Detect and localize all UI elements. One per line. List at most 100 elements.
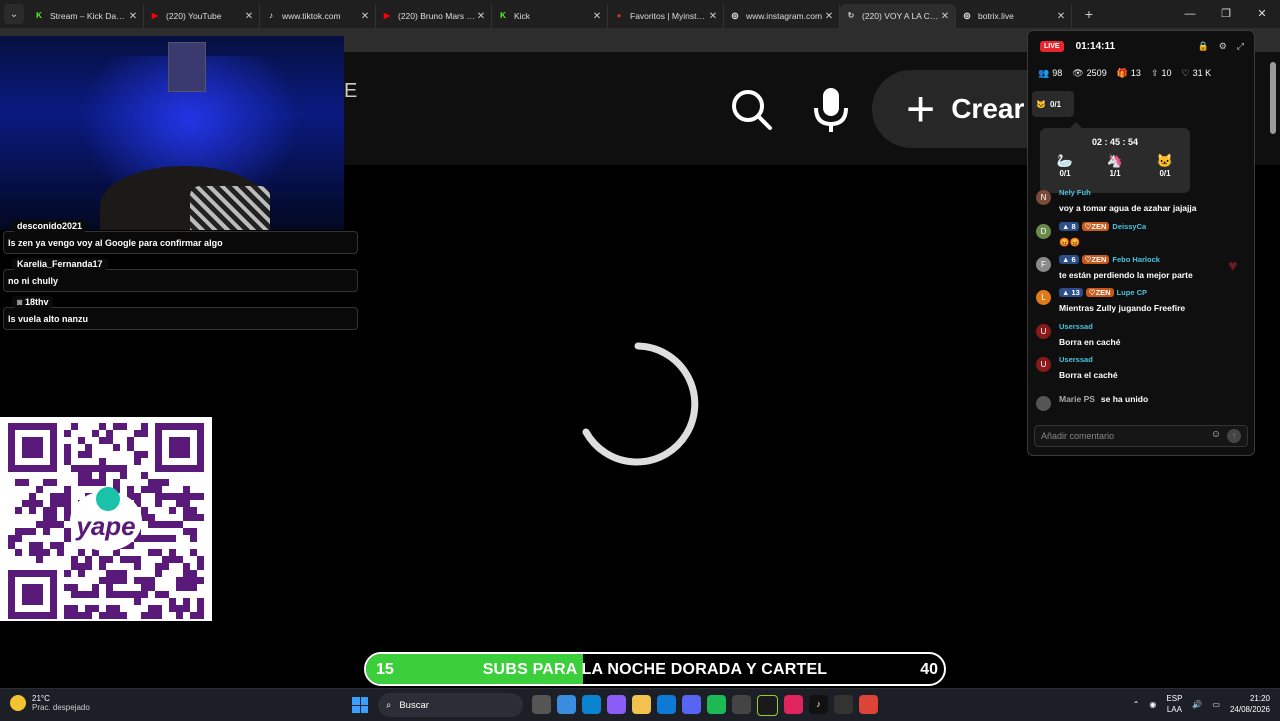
tray-chevron-icon[interactable]: ⌃ (1133, 700, 1140, 709)
youtube-logo-fragment: E (344, 80, 358, 102)
clock[interactable]: 21:20 24/08/2026 (1230, 693, 1270, 715)
chat-username[interactable]: Userssad (1059, 322, 1093, 331)
new-tab-button[interactable]: + (1078, 6, 1100, 22)
browser-tab[interactable]: ▶ (220) YouTube ✕ (144, 4, 260, 28)
level-badge: ▲ 13 (1059, 288, 1083, 297)
subs-goal-bar: 15 SUBS PARA LA NOCHE DORADA Y CARTEL 40 (364, 652, 946, 686)
views-stat: 👁 2509 (1072, 67, 1107, 79)
webcam-feed (0, 36, 344, 230)
popup-timer: 02 : 45 : 54 (1091, 137, 1139, 147)
avatar[interactable]: U (1036, 357, 1051, 372)
browser-tab[interactable]: ● Favoritos | Myinstants ✕ (608, 4, 724, 28)
discord-icon[interactable] (682, 695, 701, 714)
tab-strip: KStream – Kick Dashboard✕▶(220) YouTube✕… (28, 0, 1072, 28)
tab-close-icon[interactable]: ✕ (475, 11, 487, 22)
tiktok-icon[interactable]: ♪ (809, 695, 828, 714)
tab-title: www.tiktok.com (282, 11, 341, 21)
spotify-icon[interactable] (707, 695, 726, 714)
goal-item: 🦢 0/1 (1056, 153, 1074, 178)
file-explorer-icon[interactable] (632, 695, 651, 714)
microphone-icon[interactable] (813, 86, 849, 139)
avatar[interactable]: N (1036, 190, 1051, 205)
subs-goal-target: 40 (920, 661, 938, 678)
chat-username[interactable]: Lupe CP (1117, 288, 1147, 297)
volume-icon[interactable]: 🔊 (1192, 700, 1202, 709)
avatar[interactable]: D (1036, 224, 1051, 239)
taskbar-search[interactable]: ⌕ Buscar (378, 693, 523, 717)
search-icon[interactable] (730, 88, 774, 137)
store-icon[interactable] (582, 695, 601, 714)
overlay-chat-text: ls vuela alto nanzu (8, 314, 89, 324)
chat-text: voy a tomar agua de azahar jajajja (1059, 203, 1197, 213)
browser-tab[interactable]: K Kick ✕ (492, 4, 608, 28)
browser-tab[interactable]: K Stream – Kick Dashboard✕ (28, 4, 144, 28)
minimize-button[interactable]: — (1172, 0, 1208, 28)
send-icon[interactable]: ↑ (1227, 429, 1241, 443)
browser-tab[interactable]: ◎ botrix.live ✕ (956, 4, 1072, 28)
browser-tab[interactable]: ♪ www.tiktok.com ✕ (260, 4, 376, 28)
emoji-icon[interactable]: ☺ (1211, 429, 1221, 440)
start-button[interactable] (352, 697, 368, 713)
taskbar-apps: ♪ (532, 695, 878, 716)
settings-icon[interactable]: ⚙ (1219, 41, 1227, 52)
weather-widget[interactable]: 21°C Prac. despejado (10, 694, 90, 712)
expand-icon[interactable]: ⤢ (1237, 41, 1244, 52)
active-app-icon[interactable] (732, 695, 751, 714)
system-tray: ⌃ ◉ ESP LAA 🔊 ▭ 21:20 24/08/2026 (1133, 693, 1270, 715)
edge-icon[interactable] (657, 695, 676, 714)
avatar[interactable]: F (1036, 257, 1051, 272)
chat-username[interactable]: Nely Fuh (1059, 188, 1091, 197)
tab-title: (220) VOY A LA CASA de (862, 11, 939, 21)
close-window-button[interactable]: ✕ (1244, 0, 1280, 28)
tab-close-icon[interactable]: ✕ (939, 11, 951, 22)
chat-username[interactable]: DeissyCa (1112, 222, 1146, 231)
join-username[interactable]: Marie PS (1059, 394, 1095, 404)
avatar[interactable]: L (1036, 290, 1051, 305)
browser-tab-bar: ⌄ KStream – Kick Dashboard✕▶(220) YouTub… (0, 0, 1280, 28)
tab-favicon-icon: ▶ (151, 11, 159, 20)
scrollbar[interactable] (1270, 62, 1276, 134)
avatar[interactable]: U (1036, 324, 1051, 339)
browser-tab[interactable]: ◎ www.instagram.com ✕ (724, 4, 840, 28)
app-icon[interactable] (757, 695, 778, 716)
tab-favicon-icon: ↻ (847, 11, 855, 20)
tab-search-button[interactable]: ⌄ (4, 4, 24, 24)
copilot-icon[interactable] (607, 695, 626, 714)
subs-goal-label: SUBS PARA LA NOCHE DORADA Y CARTEL (482, 661, 828, 678)
language-indicator[interactable]: ESP LAA (1166, 693, 1182, 715)
panel-topbar: LIVE 01:14:11 🔒 ⚙ ⤢ (1028, 31, 1254, 61)
battery-icon[interactable]: ▭ (1212, 700, 1220, 709)
tab-favicon-icon: K (36, 11, 42, 20)
comment-placeholder: Añadir comentario (1041, 431, 1115, 441)
viewers-stat: 👥 98 (1038, 67, 1063, 79)
obs-icon[interactable] (834, 695, 853, 714)
tab-close-icon[interactable]: ✕ (707, 11, 719, 22)
app-icon[interactable] (784, 695, 803, 714)
browser-tab[interactable]: ↻ (220) VOY A LA CASA de✕ (840, 4, 956, 28)
browser-tab[interactable]: ▶ (220) Bruno Mars - Talking✕ (376, 4, 492, 28)
tab-close-icon[interactable]: ✕ (591, 11, 603, 22)
comment-input[interactable]: Añadir comentario ☺ ↑ (1034, 425, 1248, 447)
lock-icon[interactable]: 🔒 (1198, 41, 1209, 52)
tab-close-icon[interactable]: ✕ (127, 11, 139, 22)
shares-stat: ⇪ 10 (1150, 67, 1172, 79)
overlay-chat-user: Karelia_Fernanda17 (12, 258, 108, 270)
task-view-icon[interactable] (532, 695, 551, 714)
gifts-stat: 🎁 13 (1116, 67, 1141, 79)
chat-username[interactable]: Febo Harlock (1112, 255, 1160, 264)
taskbar-search-label: Buscar (399, 699, 429, 711)
gift-goal[interactable]: 🐱 0/1 (1032, 91, 1074, 117)
heart-icon: ♡ (1181, 67, 1190, 78)
chat-username[interactable]: Userssad (1059, 355, 1093, 364)
maximize-button[interactable]: ❐ (1208, 0, 1244, 28)
weather-status: Prac. despejado (32, 703, 90, 712)
network-icon[interactable]: ◉ (1149, 700, 1156, 709)
chrome-icon[interactable] (859, 695, 878, 714)
tab-close-icon[interactable]: ✕ (1055, 11, 1067, 22)
chat-text: te están perdiendo la mejor parte (1059, 270, 1193, 280)
widgets-icon[interactable] (557, 695, 576, 714)
tab-close-icon[interactable]: ✕ (243, 11, 255, 22)
tab-close-icon[interactable]: ✕ (823, 11, 835, 22)
tab-close-icon[interactable]: ✕ (359, 11, 371, 22)
overlay-chat-user: desconido2021 (12, 220, 88, 232)
